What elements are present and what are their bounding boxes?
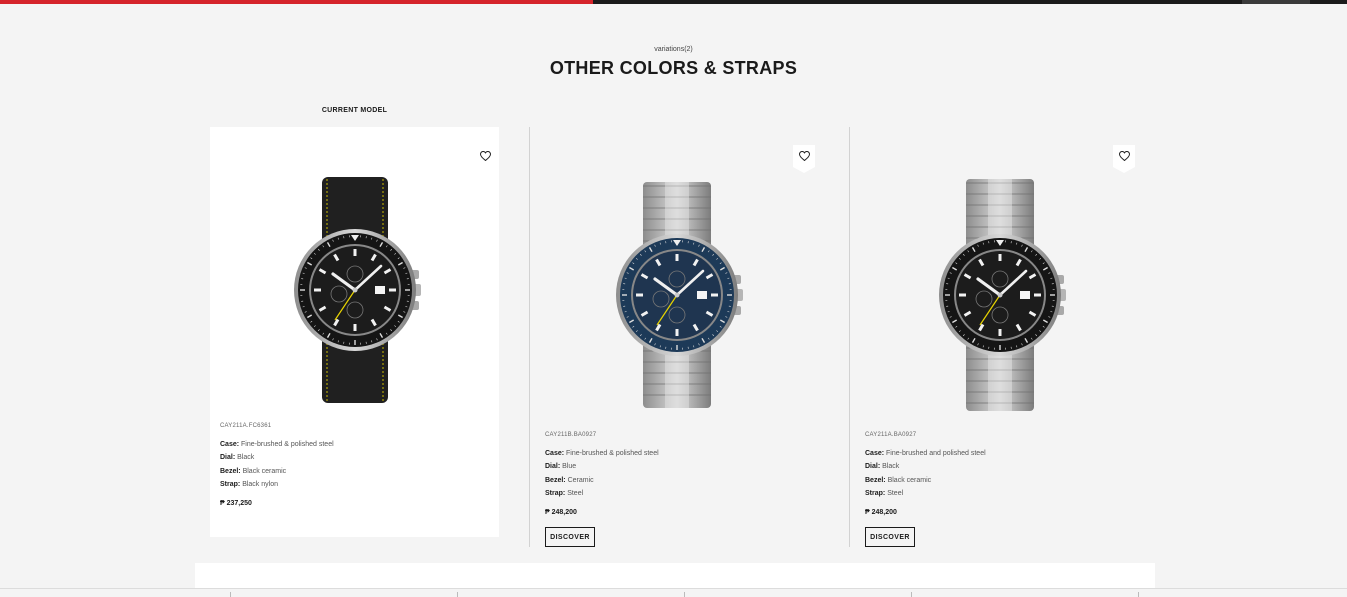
spec-list: Case: Fine-brushed and polished steel Di… — [865, 447, 986, 501]
spec-bezel: Bezel: Black ceramic — [865, 476, 932, 484]
spec-bezel: Bezel: Ceramic — [545, 476, 594, 484]
footer-divider — [0, 588, 1347, 589]
price: ₱ 248,200 — [865, 509, 897, 516]
spec-dial: Dial: Black — [865, 463, 900, 471]
heart-icon — [479, 151, 491, 161]
wishlist-button[interactable] — [474, 145, 496, 167]
spec-case: Case: Fine-brushed & polished steel — [220, 441, 334, 448]
footer-tick — [911, 592, 912, 597]
footer-tick — [457, 592, 458, 597]
reference-number: CAY211A.BA0927 — [865, 432, 917, 438]
discover-button[interactable]: DISCOVER — [545, 527, 595, 547]
heart-icon — [1118, 151, 1130, 161]
spec-dial: Dial: Black — [220, 454, 255, 462]
footer-tick — [684, 592, 685, 597]
reference-number: CAY211B.BA0927 — [545, 432, 597, 438]
footer-tick — [230, 592, 231, 597]
reference-number: CAY211A.FC6361 — [220, 423, 272, 429]
spec-dial: Dial: Blue — [545, 463, 577, 471]
bottom-section — [195, 563, 1155, 588]
discover-button[interactable]: DISCOVER — [865, 527, 915, 547]
footer-tick — [1138, 592, 1139, 597]
spec-bezel: Bezel: Black ceramic — [220, 467, 287, 475]
watch-image[interactable] — [285, 175, 425, 410]
section-title: OTHER COLORS & STRAPS — [549, 58, 798, 78]
top-corner-block — [1242, 0, 1310, 4]
spec-strap: Strap: Steel — [865, 490, 904, 498]
spec-case: Case: Fine-brushed & polished steel — [545, 450, 659, 457]
watch-image[interactable] — [607, 180, 747, 415]
wishlist-button[interactable] — [793, 145, 815, 173]
price: ₱ 237,250 — [220, 500, 252, 507]
spec-strap: Strap: Steel — [545, 490, 584, 498]
variations-count: variations(2) — [654, 46, 693, 53]
spec-list: Case: Fine-brushed & polished steel Dial… — [545, 447, 659, 501]
spec-list: Case: Fine-brushed & polished steel Dial… — [220, 438, 334, 492]
spec-case: Case: Fine-brushed and polished steel — [865, 450, 986, 457]
heart-icon — [798, 151, 810, 161]
wishlist-button[interactable] — [1113, 145, 1135, 173]
current-model-label: CURRENT MODEL — [321, 107, 388, 114]
spec-strap: Strap: Black nylon — [220, 481, 278, 489]
watch-image[interactable] — [930, 177, 1070, 418]
price: ₱ 248,200 — [545, 509, 577, 516]
